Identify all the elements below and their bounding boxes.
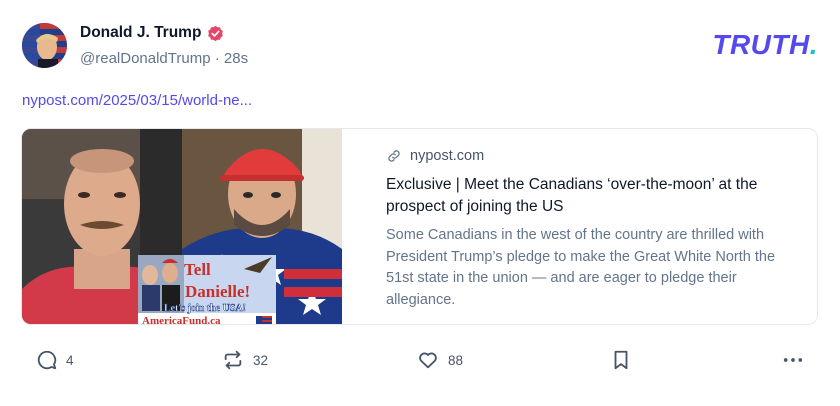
brand-dot: .	[809, 29, 818, 60]
post-actions-bar: 4 32 88	[0, 343, 840, 377]
avatar[interactable]	[22, 23, 67, 68]
more-options-button[interactable]	[781, 349, 805, 371]
reply-count: 4	[66, 352, 74, 368]
bookmark-icon	[614, 350, 628, 370]
avatar-image	[22, 23, 67, 68]
card-headline[interactable]: Exclusive | Meet the Canadians ‘over-the…	[386, 174, 796, 218]
truth-social-logo[interactable]: TRUTH.	[712, 29, 818, 61]
reply-button[interactable]: 4	[36, 349, 74, 371]
retruth-button[interactable]: 32	[221, 349, 268, 371]
author-handle[interactable]: @realDonaldTrump	[80, 50, 211, 67]
like-button[interactable]: 88	[416, 349, 463, 371]
post-timestamp[interactable]: 28s	[224, 50, 248, 67]
card-body: nypost.com Exclusive | Meet the Canadian…	[386, 148, 796, 311]
chain-link-icon	[388, 150, 400, 162]
like-count: 88	[448, 352, 464, 368]
link-preview-card[interactable]: Tell Danielle! Let's join the USA! Ameri…	[21, 128, 818, 325]
meta-separator: ·	[214, 50, 220, 67]
card-domain-row: nypost.com	[386, 148, 796, 164]
retruth-count: 32	[253, 352, 269, 368]
bookmark-button[interactable]	[610, 349, 632, 371]
verified-badge-icon	[208, 25, 224, 41]
author-name[interactable]: Donald J. Trump	[80, 24, 201, 42]
heart-icon	[419, 352, 437, 369]
sign-line-4: AmericaFund.ca	[142, 315, 221, 325]
card-thumbnail-image: Tell Danielle! Let's join the USA! Ameri…	[22, 129, 342, 325]
repost-arrows-icon	[224, 350, 242, 370]
speech-bubble-icon	[37, 350, 57, 370]
author-row: Donald J. Trump	[80, 24, 224, 42]
post-meta: @realDonaldTrump · 28s	[80, 50, 248, 67]
brand-name: TRUTH	[712, 29, 810, 60]
sign-line-2: Danielle!	[185, 282, 250, 301]
card-domain: nypost.com	[410, 148, 485, 164]
sign-line-1: Tell	[184, 260, 211, 279]
sign-line-3: Let's join the USA!	[164, 303, 246, 314]
ellipsis-icon	[783, 358, 803, 362]
post-link[interactable]: nypost.com/2025/03/15/world-ne...	[22, 92, 252, 109]
card-description: Some Canadians in the west of the countr…	[386, 227, 776, 308]
